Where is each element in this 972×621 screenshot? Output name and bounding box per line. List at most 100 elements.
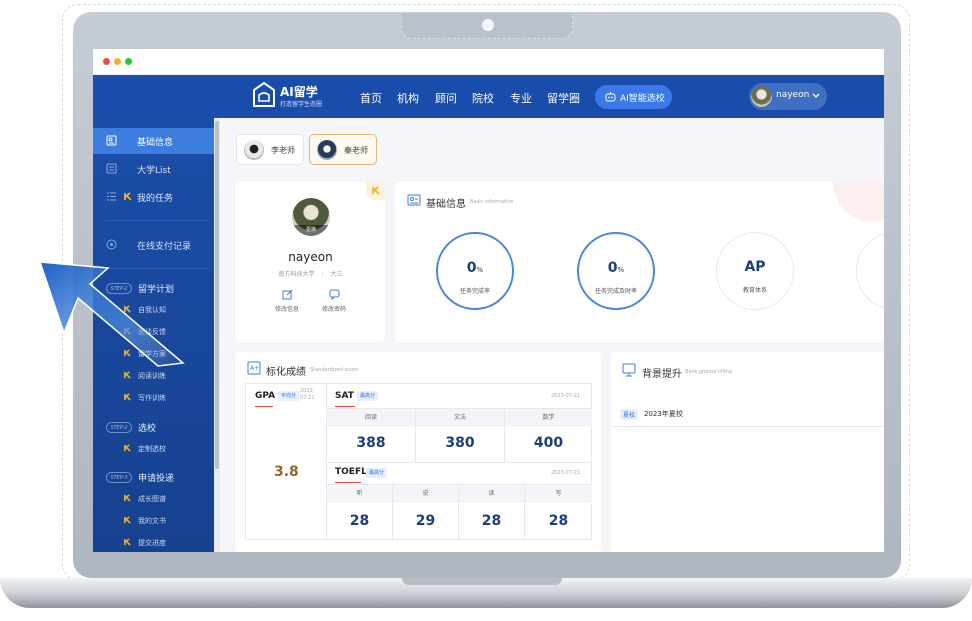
step-label: 申请投递 — [138, 474, 175, 484]
toefl-score: 28 — [349, 513, 370, 529]
toefl-subject: 听 — [327, 485, 392, 503]
sidebar-subitem[interactable]: 提交进度 — [93, 534, 214, 552]
nav-advisors[interactable]: 顾问 — [435, 90, 457, 106]
background-item-text[interactable]: 2023年夏校 — [644, 409, 683, 419]
sidebar-subitem[interactable]: 阅读训练 — [93, 367, 214, 385]
teacher-tab-li[interactable]: 李老师 — [236, 134, 304, 165]
sidebar-divider — [105, 220, 209, 221]
sat-underline — [335, 406, 355, 407]
sidebar-item-college-list[interactable]: 大学List — [93, 156, 214, 182]
change-password-button[interactable]: 修改密码 — [314, 289, 354, 313]
gpa-date: 2023-07-21 — [300, 388, 315, 401]
sidebar-subitem[interactable]: 定制选校 — [93, 440, 214, 458]
sat-label: SAT — [335, 391, 354, 401]
sidebar-subitem-label: 定制选校 — [138, 445, 166, 453]
section-title-en: Basic information — [470, 199, 514, 205]
sidebar-item-my-tasks[interactable]: 我的任务 — [93, 184, 214, 210]
stat-education-system: AP 教育体系 — [716, 232, 794, 310]
step-label: 选校 — [138, 424, 157, 434]
sat-subject: 文法 — [416, 409, 504, 427]
sat-score: 380 — [445, 435, 475, 451]
toefl-label: TOEFL — [335, 467, 367, 477]
payment-icon — [106, 239, 117, 250]
toefl-subject: 写 — [525, 485, 592, 503]
laptop-base-groove — [402, 578, 562, 585]
sidebar-subitem[interactable]: 自我认知 — [93, 301, 214, 319]
sidebar-subitem[interactable]: 成长图谱 — [93, 490, 214, 508]
sidebar-scrollbar-thumb[interactable] — [215, 121, 219, 469]
nav-majors[interactable]: 专业 — [510, 90, 532, 106]
sidebar-item-payment-records[interactable]: 在线支付记录 — [93, 232, 214, 258]
nav-colleges[interactable]: 院校 — [472, 90, 494, 106]
gpa-tag: 平均分 — [278, 391, 300, 401]
user-menu[interactable]: nayeon — [749, 83, 827, 110]
step-badge: STEP-1 — [106, 283, 132, 294]
sidebar-item-basic-info[interactable]: 基础信息 — [93, 128, 214, 154]
section-title: 背景提升 — [642, 369, 682, 380]
sat-date: 2023-07-21 — [551, 393, 581, 399]
top-navbar: AI留学 打造留学生态圈 首页 机构 顾问 院校 专业 留学圈 AI智能选校 n… — [93, 75, 884, 118]
nav-home[interactable]: 首页 — [360, 90, 382, 106]
profile-card-icon — [407, 194, 421, 206]
sidebar-subitem[interactable]: 留学方案 — [93, 345, 214, 363]
browser-bar — [93, 49, 884, 75]
score-table: GPA 平均分 2023-07-21 3.8 SAT 最高分 2023-07-2… — [245, 383, 593, 541]
toefl-score: 29 — [415, 513, 436, 529]
sidebar-subitem-label: 提交进度 — [138, 539, 166, 547]
k-badge-icon — [124, 516, 131, 524]
step-badge: STEP-2 — [106, 422, 132, 433]
maximize-dot-icon[interactable] — [125, 58, 132, 65]
nav-institutions[interactable]: 机构 — [397, 90, 419, 106]
gpa-label: GPA — [255, 391, 276, 401]
toefl-score: 28 — [548, 513, 569, 529]
sat-score: 400 — [533, 435, 564, 451]
sidebar-divider — [105, 268, 209, 269]
score-doc-icon: A+ — [247, 361, 261, 375]
sidebar-subitem[interactable]: 写作训练 — [93, 389, 214, 407]
stat-value: 0% — [466, 260, 484, 276]
logo-subtitle: 打造留学生态圈 — [280, 101, 323, 108]
profile-avatar[interactable]: 更换 — [292, 198, 330, 236]
sidebar-subitem[interactable]: 面谈反馈 — [93, 323, 214, 341]
list-icon — [106, 163, 117, 174]
nav-community[interactable]: 留学圈 — [547, 90, 580, 106]
change-avatar-label[interactable]: 更换 — [292, 225, 330, 236]
task-list-icon — [107, 192, 116, 201]
stat-task-completion: 0% 任务完成率 — [436, 232, 514, 310]
stat-label: 教育体系 — [742, 287, 767, 294]
standardized-score-card: A+ 标化成绩 Standardized score GPA 平均分 2023-… — [236, 352, 601, 552]
sidebar-subitem-label: 留学方案 — [138, 350, 166, 358]
edit-info-button[interactable]: 修改信息 — [267, 289, 307, 313]
ai-school-select-button[interactable]: AI智能选校 — [595, 85, 672, 109]
svg-text:A+: A+ — [250, 365, 259, 372]
step-header-apply[interactable]: STEP-3 申请投递 — [93, 468, 214, 488]
stat-value: 0% — [607, 260, 625, 276]
sidebar: 基础信息 大学List 我的任务 在线支付记录 STEP-1 留学计划 自我认知 — [93, 118, 214, 552]
profile-name: nayeon — [288, 250, 333, 264]
teacher-tab-qin[interactable]: 秦老师 — [309, 134, 377, 165]
k-badge-icon — [124, 327, 131, 335]
step-header-select[interactable]: STEP-2 选校 — [93, 418, 214, 438]
toefl-tag: 最高分 — [366, 468, 388, 478]
stat-task-timeliness: 0% 任务完成及时率 — [577, 232, 655, 310]
minimize-dot-icon[interactable] — [114, 58, 121, 65]
k-badge-icon — [124, 494, 131, 502]
step-header-plan[interactable]: STEP-1 留学计划 — [93, 279, 214, 299]
toefl-score: 28 — [481, 513, 502, 529]
background-lifting-card: 背景提升 Back ground lifting 夏校 2023年夏校 — [611, 352, 884, 552]
sidebar-item-label: 基础信息 — [137, 138, 174, 148]
decorative-blob — [833, 182, 884, 222]
close-dot-icon[interactable] — [103, 58, 110, 65]
stat-value: AP — [744, 259, 766, 275]
logo[interactable]: AI留学 打造留学生态圈 — [253, 81, 343, 111]
teacher-name: 秦老师 — [344, 146, 368, 155]
sidebar-subitem[interactable]: 我的文书 — [93, 512, 214, 530]
avatar — [317, 140, 337, 160]
sidebar-subitem-label: 成长图谱 — [138, 495, 166, 503]
k-badge-icon — [124, 305, 131, 313]
step-label: 留学计划 — [138, 285, 175, 295]
edit-info-label: 修改信息 — [274, 306, 299, 313]
gpa-underline — [255, 406, 273, 407]
user-name: nayeon — [776, 90, 810, 100]
section-title: 标化成绩 — [266, 367, 306, 378]
